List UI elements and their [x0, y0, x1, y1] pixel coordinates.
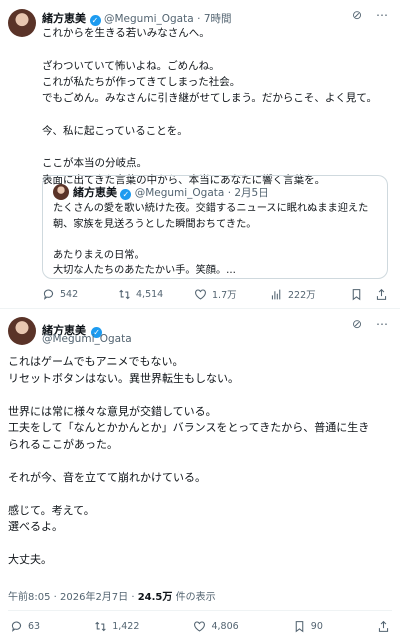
- text-line: [42, 41, 388, 57]
- views-button[interactable]: 222万: [270, 287, 346, 301]
- reply-button[interactable]: 63: [10, 620, 40, 633]
- text-line: あたりまえの日常。: [53, 249, 145, 261]
- text-line: [8, 453, 394, 470]
- grok-icon[interactable]: ⊘: [352, 317, 362, 331]
- like-icon: [194, 621, 206, 632]
- text-line: ざわついていて怖いよね。ごめんね。: [42, 59, 220, 72]
- text-line: 工夫をして「なんとかかんとか」バランスをとってきたから、普通に生き: [8, 421, 370, 434]
- views-count: 222万: [288, 290, 316, 301]
- text-line: 今、私に起こっていることを。: [42, 124, 188, 137]
- like-count: 1.7万: [212, 290, 237, 301]
- text-line: これはゲームでもアニメでもない。: [8, 355, 184, 368]
- post-timestamp[interactable]: 午前8:05 · 2026年2月7日 ·: [8, 592, 138, 603]
- text-line: 大丈夫。: [8, 553, 52, 566]
- text-line: これからを生きる若いみなさんへ。: [42, 27, 210, 39]
- repost-count: 1,422: [112, 621, 140, 632]
- author-handle[interactable]: @Megumi_Ogata: [42, 333, 132, 345]
- reply-icon: [43, 288, 54, 300]
- text-line: これが私たちが作ってきてしまった社会。: [42, 75, 241, 88]
- text-line: 選べるよ。: [8, 520, 63, 533]
- text-line: 世界には常に様々な意見が交錯している。: [8, 404, 217, 418]
- grok-icon[interactable]: ⊘: [352, 8, 362, 22]
- tweet2-text: これはゲームでもアニメでもない。 リセットボタンはない。異世界転生もしない。 世…: [8, 354, 394, 569]
- text-line: られるここがあった。: [8, 437, 118, 451]
- like-button[interactable]: 4,806: [193, 620, 239, 633]
- quote-header: 緒方恵美 ✓ @Megumi_Ogata · 2月5日: [73, 184, 269, 200]
- author-avatar[interactable]: [8, 317, 36, 345]
- tweet1-action-bar: 542 4,514 1.7万 222万: [42, 287, 388, 301]
- tweet1-top-actions: ⊘ ⋯: [352, 8, 388, 22]
- views-icon: [271, 289, 281, 299]
- post-time[interactable]: · 7時間: [197, 13, 231, 25]
- bookmark-icon[interactable]: [350, 288, 363, 301]
- share-icon[interactable]: [375, 288, 388, 301]
- repost-count: 4,514: [136, 288, 164, 300]
- repost-button[interactable]: 4,514: [118, 288, 194, 301]
- text-line: [42, 106, 388, 122]
- author-handle[interactable]: @Megumi_Ogata: [104, 13, 194, 25]
- text-line: [8, 387, 394, 404]
- like-icon: [195, 289, 206, 300]
- text-line: 朝、家族を見送ろうとした瞬間おちてきた。: [53, 218, 257, 230]
- divider: [0, 308, 400, 309]
- bookmark-icon: [295, 621, 304, 633]
- text-line: たくさんの愛を歌い続けた夜。交錯するニュースに眠れぬまま迎えた: [53, 203, 369, 214]
- view-count: 24.5万: [137, 592, 173, 603]
- bookmark-button[interactable]: 90: [293, 620, 323, 633]
- text-line: 大切な人たちのあたたかい手。笑顔。...: [53, 265, 236, 276]
- quote-author-name: 緒方恵美: [73, 186, 117, 199]
- quote-text: たくさんの愛を歌い続けた夜。交錯するニュースに眠れぬまま迎えた 朝、家族を見送ろ…: [53, 201, 368, 279]
- reply-count: 542: [60, 288, 79, 300]
- reply-count: 63: [28, 621, 41, 632]
- verified-badge-icon: ✓: [120, 189, 132, 200]
- reply-button[interactable]: 542: [42, 288, 118, 301]
- quote-author-handle: @Megumi_Ogata: [134, 187, 225, 199]
- post-meta: 午前8:05 · 2026年2月7日 · 24.5万 件の表示: [8, 588, 216, 603]
- text-line: リセットボタンはない。異世界転生もしない。: [8, 371, 239, 385]
- share-button[interactable]: [377, 620, 390, 633]
- text-line: それが今、音を立てて崩れかけている。: [8, 470, 206, 484]
- text-line: でもごめん。みなさんに引き継がせてしまう。だからこそ、よく見て。: [42, 92, 378, 105]
- reply-icon: [11, 621, 22, 632]
- text-line: 感じて。考えて。: [8, 503, 95, 517]
- repost-button[interactable]: 1,422: [94, 620, 139, 633]
- quote-date: · 2月5日: [227, 187, 269, 199]
- author-avatar[interactable]: [8, 9, 36, 37]
- tweet2-action-bar: 63 1,422 4,806 90: [10, 620, 390, 633]
- like-button[interactable]: 1.7万: [194, 287, 270, 301]
- repost-icon: [119, 289, 130, 299]
- like-count: 4,806: [211, 621, 239, 632]
- text-line: [53, 232, 368, 248]
- tweet1-text: これからを生きる若いみなさんへ。 ざわついていて怖いよね。ごめんね。 これが私た…: [42, 25, 388, 188]
- quote-author-avatar: [53, 184, 69, 200]
- text-line: [8, 486, 394, 503]
- quoted-tweet[interactable]: 緒方恵美 ✓ @Megumi_Ogata · 2月5日 たくさんの愛を歌い続けた…: [42, 175, 388, 279]
- tweet2-top-actions: ⊘ ⋯: [352, 317, 388, 331]
- tweet1-header: 緒方恵美 ✓ @Megumi_Ogata · 7時間: [42, 10, 232, 26]
- more-icon[interactable]: ⋯: [376, 317, 388, 331]
- views-label: 件の表示: [172, 592, 216, 603]
- bookmark-count: 90: [310, 621, 323, 632]
- author-name[interactable]: 緒方恵美: [42, 12, 86, 25]
- text-line: [8, 536, 394, 553]
- text-line: ここが本当の分岐点。: [42, 157, 147, 170]
- more-icon[interactable]: ⋯: [376, 8, 388, 22]
- divider: [8, 610, 392, 611]
- text-line: [42, 139, 388, 155]
- share-icon: [378, 620, 389, 632]
- repost-icon: [95, 621, 106, 632]
